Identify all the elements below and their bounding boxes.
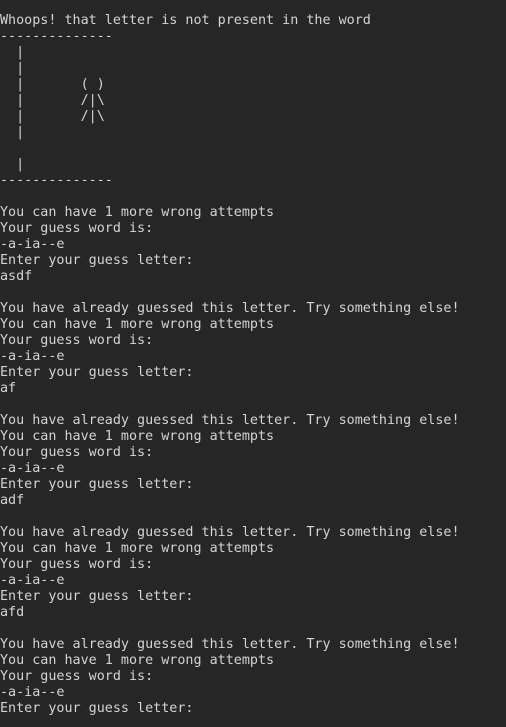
- terminal-line: af: [0, 381, 17, 396]
- terminal-line: You can have 1 more wrong attempts: [0, 429, 275, 444]
- terminal-line: Enter your guess letter:: [0, 701, 194, 716]
- terminal-line: Enter your guess letter:: [0, 477, 194, 492]
- terminal-line: Whoops! that letter is not present in th…: [0, 13, 371, 28]
- terminal-line: -a-ia--e: [0, 349, 65, 364]
- terminal-line: You have already guessed this letter. Tr…: [0, 301, 460, 316]
- terminal-line: --------------: [0, 173, 113, 188]
- terminal-line: |: [0, 61, 25, 76]
- terminal-line: Your guess word is:: [0, 557, 154, 572]
- terminal-line: -a-ia--e: [0, 685, 65, 700]
- terminal-line: You have already guessed this letter. Tr…: [0, 525, 460, 540]
- terminal-output[interactable]: Whoops! that letter is not present in th…: [0, 13, 506, 727]
- terminal-line: You have already guessed this letter. Tr…: [0, 637, 460, 652]
- terminal-line: Your guess word is:: [0, 445, 154, 460]
- terminal-line: -a-ia--e: [0, 461, 65, 476]
- terminal-line: -a-ia--e: [0, 237, 65, 252]
- terminal-line: adf: [0, 493, 25, 508]
- terminal-line: asdf: [0, 269, 33, 284]
- terminal-line: --------------: [0, 29, 113, 44]
- terminal-line: You have already guessed this letter. Tr…: [0, 413, 460, 428]
- terminal-line: | /|\: [0, 93, 105, 108]
- terminal-line: You can have 1 more wrong attempts: [0, 317, 275, 332]
- terminal-line: You can have 1 more wrong attempts: [0, 653, 275, 668]
- terminal-line: Your guess word is:: [0, 221, 154, 236]
- terminal-line: afd: [0, 605, 25, 620]
- terminal-line: Enter your guess letter:: [0, 253, 194, 268]
- terminal-line: Enter your guess letter:: [0, 365, 194, 380]
- terminal-line: Your guess word is:: [0, 669, 154, 684]
- terminal-line: -a-ia--e: [0, 573, 65, 588]
- terminal-line: |: [0, 45, 25, 60]
- terminal-line: You can have 1 more wrong attempts: [0, 541, 275, 556]
- terminal-line: |: [0, 125, 25, 140]
- terminal-line: Your guess word is:: [0, 333, 154, 348]
- terminal-line: You can have 1 more wrong attempts: [0, 205, 275, 220]
- terminal-line: |: [0, 157, 25, 172]
- terminal-line: Enter your guess letter:: [0, 589, 194, 604]
- terminal-line: | ( ): [0, 77, 105, 92]
- terminal-line: | /|\: [0, 109, 105, 124]
